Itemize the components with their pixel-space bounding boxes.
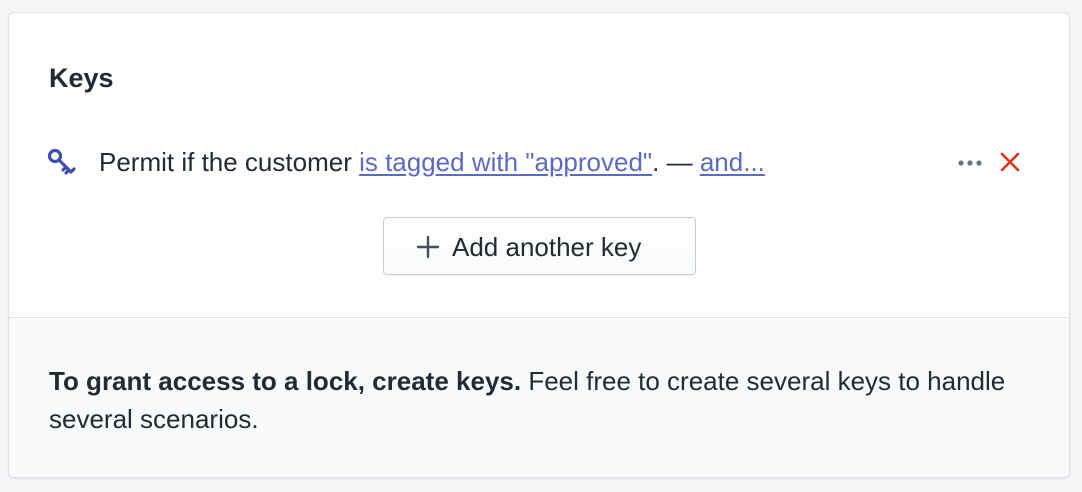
close-icon[interactable] (999, 151, 1021, 173)
add-button-label: Add another key (452, 232, 642, 262)
and-link[interactable]: and... (700, 147, 765, 177)
plus-icon (416, 235, 440, 259)
add-another-key-button[interactable]: Add another key (383, 217, 696, 275)
help-text: To grant access to a lock, create keys. … (49, 362, 1039, 438)
help-text-bold: To grant access to a lock, create keys. (49, 366, 522, 396)
card-footer: To grant access to a lock, create keys. … (9, 318, 1069, 477)
key-separator: . — (652, 147, 700, 177)
keys-section: Keys Permit if the customer is tagged wi… (9, 13, 1069, 318)
card-title: Keys (49, 63, 114, 93)
key-description: Permit if the customer is tagged with "a… (99, 146, 765, 178)
key-row: Permit if the customer is tagged with "a… (47, 143, 1027, 181)
ellipsis-icon[interactable] (957, 155, 983, 171)
keys-card: Keys Permit if the customer is tagged wi… (8, 12, 1070, 478)
key-prefix: Permit if the customer (99, 147, 360, 177)
condition-link[interactable]: is tagged with "approved" (359, 147, 652, 177)
key-icon (47, 148, 76, 175)
